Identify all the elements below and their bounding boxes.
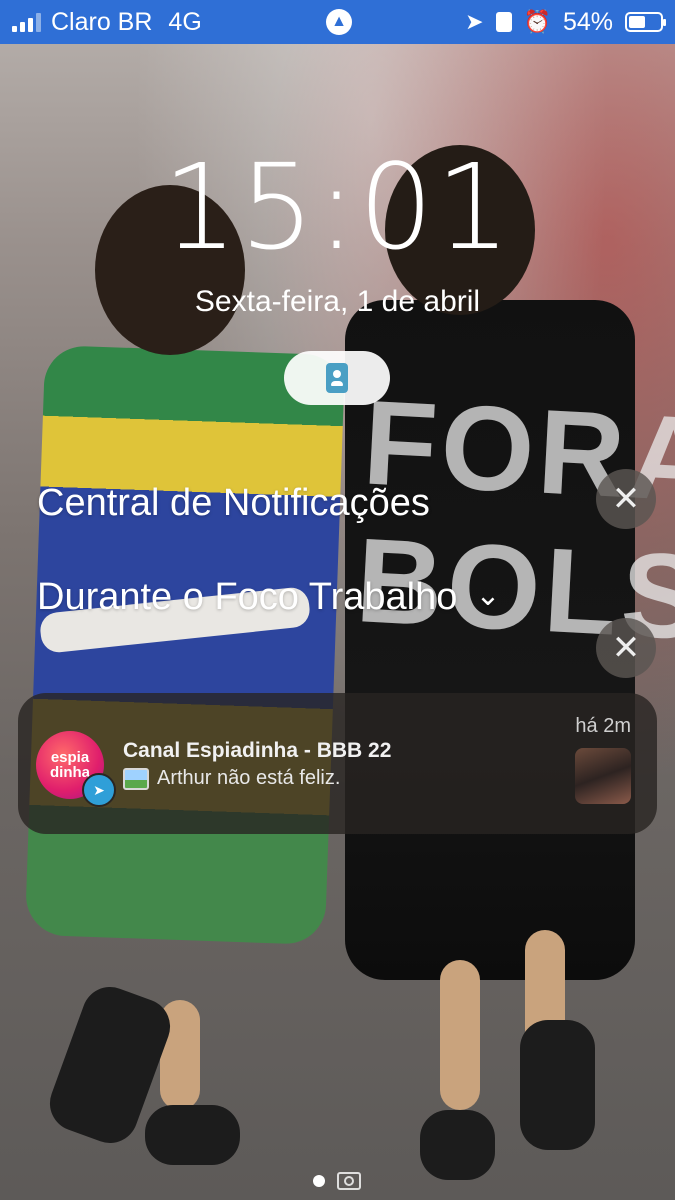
telegram-icon: ➤ (82, 773, 116, 807)
notification-body-row: Arthur não está feliz. (123, 767, 340, 790)
carrier-name: Claro BR (51, 7, 153, 36)
close-icon: ✕ (611, 628, 641, 668)
wallpaper-shoe (420, 1110, 495, 1180)
notification-body: Arthur não está feliz. (157, 767, 341, 789)
status-left: Claro BR 4G (0, 8, 202, 37)
alarm-icon: ⏰ (523, 9, 551, 34)
notification-title: Canal Espiadinha - BBB 22 (123, 739, 392, 762)
notification-thumbnail (575, 748, 631, 804)
page-dot (313, 1175, 325, 1187)
camera-icon[interactable] (337, 1172, 361, 1190)
image-icon (123, 767, 149, 790)
clear-focus-section-button[interactable]: ✕ (596, 618, 656, 678)
page-indicator (313, 1172, 361, 1190)
lock-screen-time: 15:01 (162, 138, 513, 276)
cellular-signal-icon (12, 12, 41, 32)
notification-center-title: Central de Notificações (37, 482, 430, 524)
close-icon: ✕ (611, 479, 641, 519)
focus-section-header[interactable]: Durante o Foco Trabalho ⌄ (37, 576, 501, 619)
battery-icon (625, 12, 666, 32)
notification-time: há 2m (575, 715, 631, 737)
wallpaper-shoe (145, 1105, 240, 1165)
focus-mode-button[interactable] (284, 351, 390, 405)
battery-level (629, 16, 645, 28)
id-badge-icon (326, 363, 348, 393)
location-arrow-icon: ➤ (465, 9, 484, 34)
network-type: 4G (168, 7, 202, 36)
lock-screen-date: Sexta-feira, 1 de abril (194, 285, 481, 318)
status-right: ➤ ⏰ 54% (465, 8, 675, 37)
chevron-down-icon: ⌄ (475, 579, 501, 612)
wallpaper-shoe (520, 1020, 595, 1150)
status-bar: Claro BR 4G ▲ ➤ ⏰ 54% (0, 0, 675, 44)
notification-card[interactable]: espia dinha ➤ Canal Espiadinha - BBB 22 … (18, 693, 657, 834)
navigation-arrow-icon: ▲ (326, 9, 352, 35)
id-badge-icon (495, 12, 512, 32)
clear-notification-center-button[interactable]: ✕ (596, 469, 656, 529)
focus-section-title: Durante o Foco Trabalho (37, 576, 458, 618)
wallpaper-leg (440, 960, 480, 1110)
battery-percent: 54% (562, 7, 613, 36)
